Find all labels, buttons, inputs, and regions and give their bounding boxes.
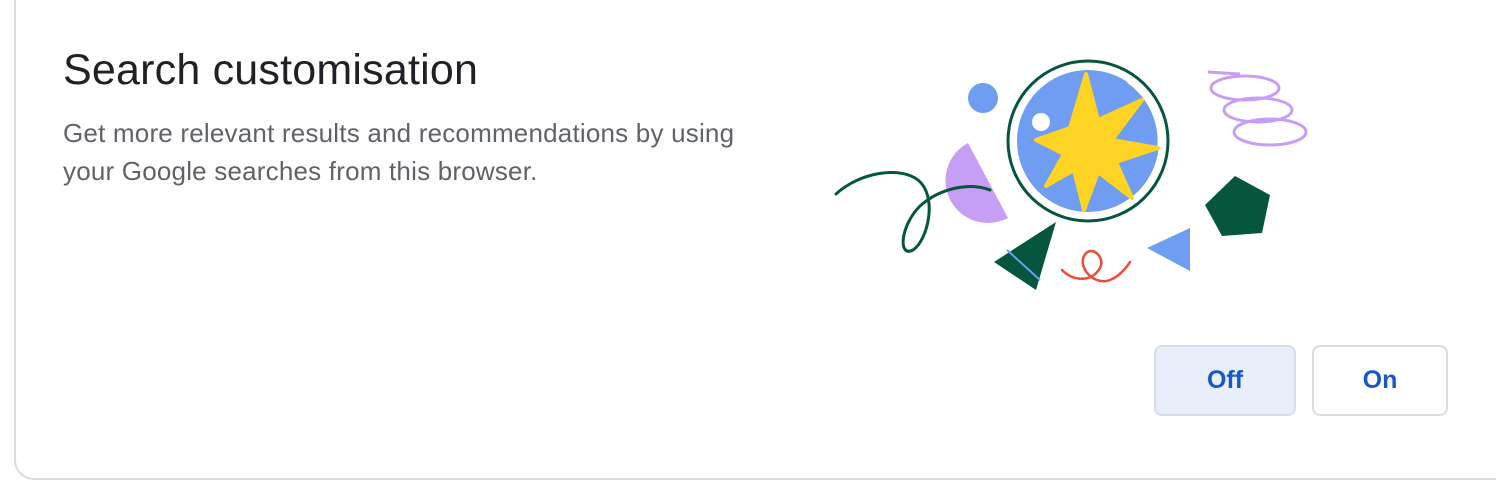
lens-sparkle-shape (1032, 113, 1050, 131)
on-button[interactable]: On (1312, 345, 1448, 416)
green-pentagon-shape (1205, 176, 1270, 236)
search-customisation-illustration (834, 59, 1308, 290)
purple-half-circle-shape (945, 143, 1008, 223)
blue-triangle-shape (1147, 228, 1190, 271)
red-squiggle-shape (1060, 249, 1132, 283)
purple-spring-shape (1207, 70, 1308, 147)
card-description: Get more relevant results and recommenda… (63, 118, 735, 186)
off-button[interactable]: Off (1154, 345, 1296, 416)
green-triangle-shape (994, 222, 1056, 290)
blue-dot-shape (968, 83, 998, 113)
card-title: Search customisation (63, 46, 479, 94)
